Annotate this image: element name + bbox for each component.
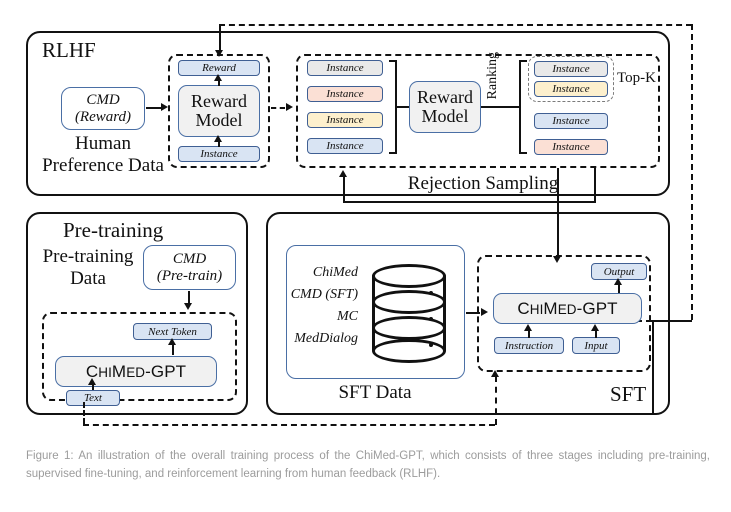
sft-dataset-4: MedDialog	[294, 331, 358, 346]
ranked-instance-2: Instance	[534, 81, 608, 97]
sft-dataset-3: MC	[337, 309, 358, 324]
figure-root: RLHF CMD (Reward) Human Preference Data …	[0, 0, 731, 512]
sft-dataset-2: CMD (SFT)	[290, 287, 358, 302]
candidate-instance-3: Instance	[307, 112, 383, 128]
cmd-reward-line2: (Reward)	[74, 109, 132, 125]
feedback-dashed-top	[219, 24, 692, 26]
pretraining-model-block: CHIMED-GPT	[55, 356, 217, 387]
ranking-connector-line	[481, 106, 519, 108]
human-pref-label-line2: Preference Data	[42, 155, 164, 176]
rlhf-title: RLHF	[42, 38, 96, 62]
cmd-to-reward-arrow	[161, 103, 168, 111]
sft-right-vline	[652, 320, 654, 415]
instruction-chip: Instruction	[494, 337, 564, 354]
figure-caption: Figure 1: An illustration of the overall…	[26, 450, 710, 480]
candidates-to-model-line	[396, 106, 410, 108]
candidate-instance-2: Instance	[307, 86, 383, 102]
input-chip: Input	[572, 337, 620, 354]
pretraining-data-label-line2: Data	[70, 268, 106, 289]
pretraining-model-label: CHIMED-GPT	[85, 361, 187, 381]
pretrain-to-sft-dash-h	[83, 424, 495, 426]
sft-title: SFT	[610, 382, 647, 406]
sampling-reward-model-line2: Model	[421, 106, 469, 126]
reward-to-sampling-dash	[271, 107, 285, 109]
model-to-nexttoken-arrow	[168, 338, 176, 345]
topk-label: Top-K	[617, 70, 656, 86]
rejection-feedback-vline	[343, 176, 345, 203]
sampling-reward-model-block: Reward Model	[409, 81, 481, 133]
cmd-pretrain-line2: (Pre-train)	[156, 268, 223, 284]
ranked-instance-4: Instance	[534, 139, 608, 155]
input-to-model-arrow	[591, 324, 599, 331]
reward-up-arrow	[214, 74, 222, 81]
reward-model-line1: Reward	[191, 91, 247, 112]
cmd-pretrain-line1: CMD	[172, 251, 207, 267]
cmd-to-pretrain-arrow	[184, 303, 192, 310]
pretraining-title: Pre-training	[63, 218, 164, 242]
ranked-instance-1: Instance	[534, 61, 608, 77]
rejection-feedback-arrow	[339, 170, 347, 177]
cmd-reward-line1: CMD	[86, 92, 120, 108]
ranking-label: Ranking	[485, 52, 500, 100]
instruction-to-model-arrow	[524, 324, 532, 331]
candidate-instance-4: Instance	[307, 138, 383, 154]
text-to-model-arrow	[88, 378, 96, 385]
pretraining-data-label-line1: Pre-training	[42, 246, 134, 267]
sft-to-feedback-line	[652, 320, 692, 322]
reward-model-block: Reward Model	[178, 85, 260, 137]
reward-instance-chip: Instance	[178, 146, 260, 162]
feedback-dashed-right	[691, 24, 693, 320]
database-cylinder-icon	[372, 264, 446, 363]
reward-to-sampling-arrow	[286, 103, 293, 111]
pretrain-to-sft-dash-v1	[83, 402, 85, 424]
sampling-reward-model-line1: Reward	[417, 87, 473, 108]
instance-up-arrow	[214, 135, 222, 142]
reward-model-line2: Model	[195, 110, 243, 130]
rejection-feedback-source-vline	[594, 168, 596, 201]
ranked-bracket	[519, 60, 527, 154]
ranked-instance-3: Instance	[534, 113, 608, 129]
sft-model-block: CHIMED-GPT	[493, 293, 642, 324]
sft-model-label: CHIMED-GPT	[517, 298, 618, 318]
cmd-to-reward-line	[146, 107, 162, 109]
sft-data-label: SFT Data	[338, 382, 412, 403]
sft-dataset-1: ChiMed	[312, 265, 358, 280]
candidate-instance-1: Instance	[307, 60, 383, 76]
model-to-output-arrow	[614, 278, 622, 285]
human-pref-label-line1: Human	[75, 133, 131, 154]
text-chip: Text	[66, 390, 120, 406]
